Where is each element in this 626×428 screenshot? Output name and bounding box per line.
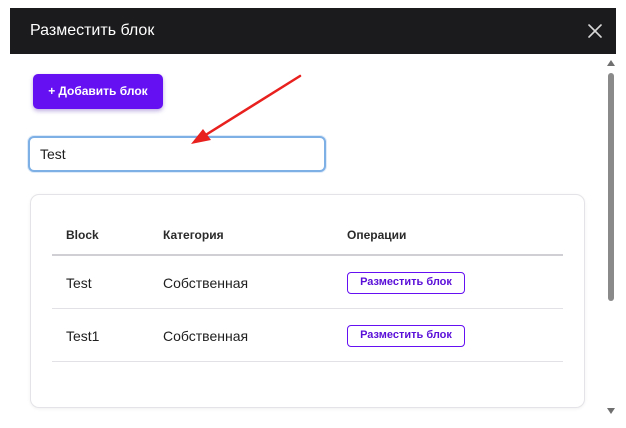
add-block-label: Добавить блок <box>58 84 148 98</box>
dialog-title: Разместить блок <box>30 22 155 39</box>
page: Разместить блок +Добавить блок Block Кат… <box>0 0 626 428</box>
scroll-up-arrow-icon[interactable] <box>607 60 615 66</box>
cell-block: Test <box>66 275 92 291</box>
column-header-operations: Операции <box>347 228 407 242</box>
row-divider <box>52 308 563 309</box>
cell-category: Собственная <box>163 328 249 344</box>
row-divider <box>52 361 563 362</box>
plus-icon: + <box>48 84 56 98</box>
blocks-table-card: Block Категория Операции Test Собственна… <box>30 194 585 408</box>
close-button[interactable] <box>580 16 610 46</box>
vertical-scrollbar[interactable] <box>606 54 616 420</box>
cell-block: Test1 <box>66 328 100 344</box>
scrollbar-thumb[interactable] <box>608 73 614 301</box>
cell-category: Собственная <box>163 275 249 291</box>
place-block-button[interactable]: Разместить блок <box>347 272 465 294</box>
scroll-down-arrow-icon[interactable] <box>607 408 615 414</box>
add-block-button[interactable]: + Добавить блок <box>33 74 163 109</box>
column-header-block: Block <box>66 228 99 242</box>
close-icon <box>588 24 602 38</box>
dialog-titlebar: Разместить блок <box>10 8 616 54</box>
place-block-button[interactable]: Разместить блок <box>347 325 465 347</box>
place-block-dialog: Разместить блок +Добавить блок Block Кат… <box>10 8 616 420</box>
dialog-body: +Добавить блок Block Категория Операции … <box>10 54 616 420</box>
header-divider <box>52 254 563 256</box>
column-header-category: Категория <box>163 228 224 242</box>
search-input[interactable] <box>28 136 326 172</box>
